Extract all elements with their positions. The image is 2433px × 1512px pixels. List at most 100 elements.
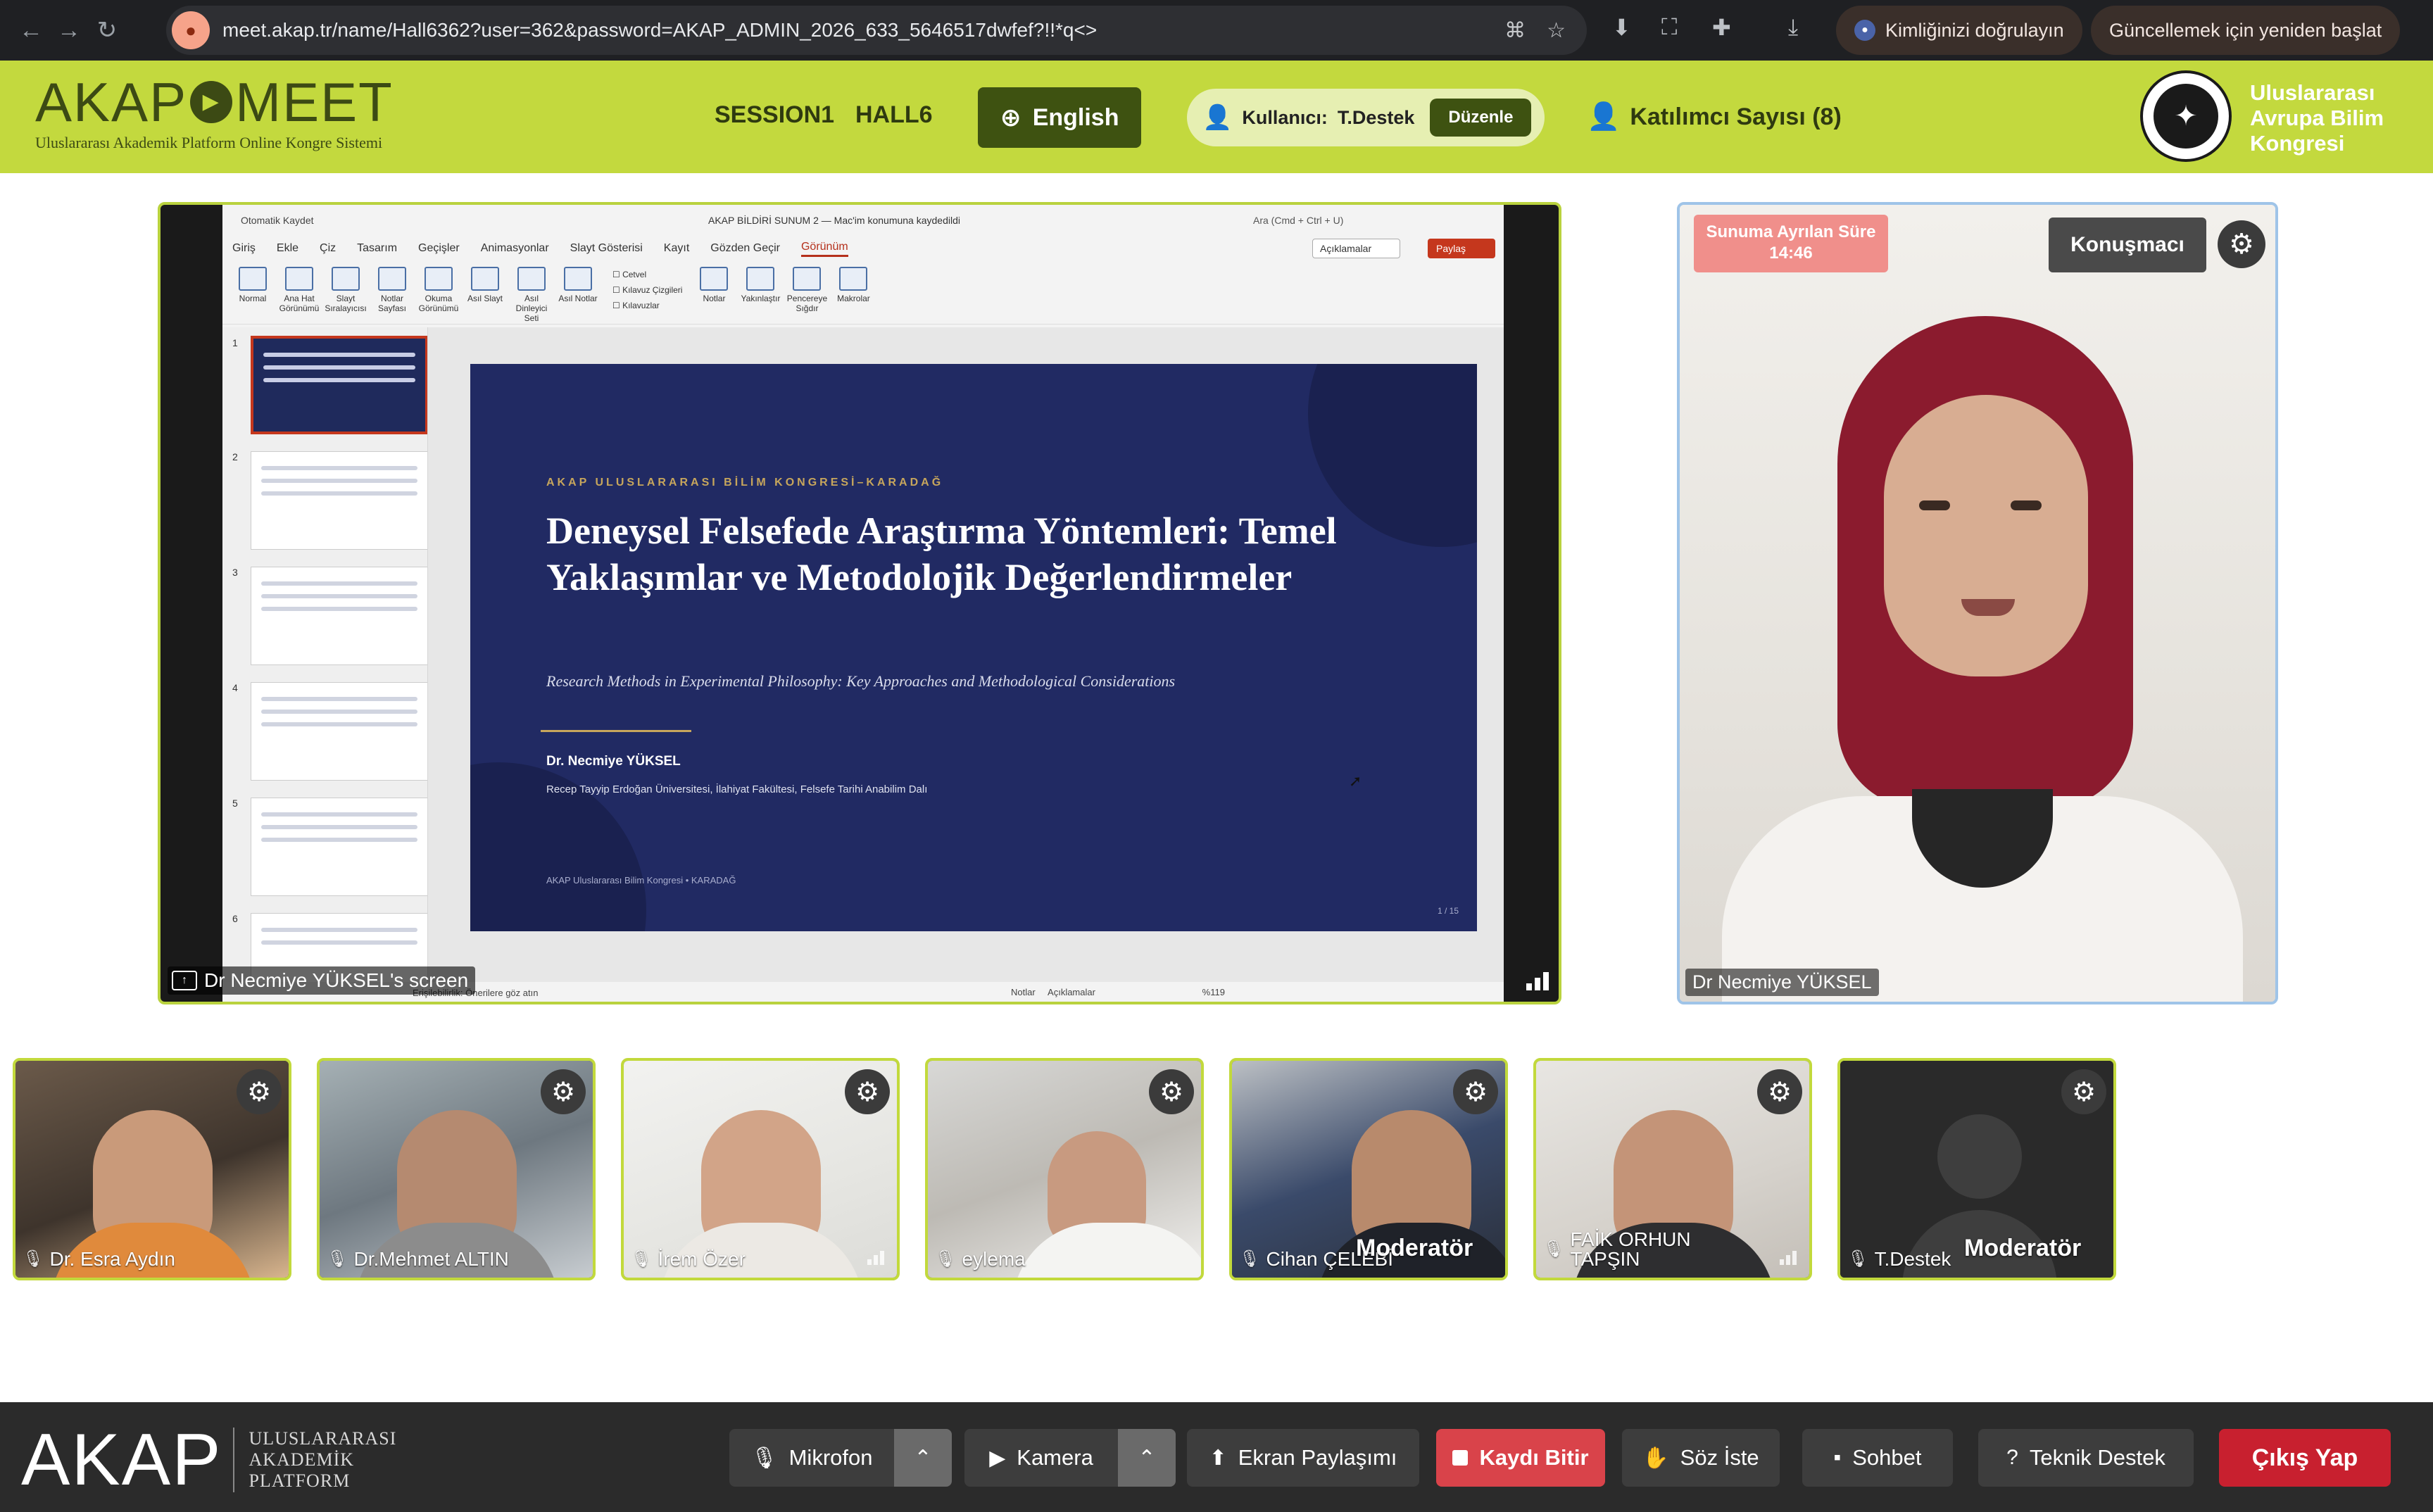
slide-page-number: 1 / 15 (1437, 906, 1459, 916)
gear-icon[interactable]: ⚙ (845, 1069, 890, 1114)
participant-name: T.Destek (1874, 1248, 1951, 1270)
ppt-doc-title: AKAP BİLDİRİ SUNUM 2 — Mac'im konumuna k… (708, 215, 960, 226)
ribbon-notes-page: Notlar Sayfası (370, 267, 414, 313)
participant-tile[interactable]: ⚙ 🎙 eylema (925, 1058, 1204, 1280)
mic-options-chevron-icon[interactable]: ⌃ (894, 1429, 952, 1487)
video-camera-icon: ▶ (190, 81, 233, 123)
address-bar[interactable]: ● meet.akap.tr/name/Hall6362?user=362&pa… (166, 6, 1587, 55)
session-label: SESSION1 (715, 101, 835, 128)
gear-icon[interactable]: ⚙ (541, 1069, 586, 1114)
speaker-role-button[interactable]: Konuşmacı (2049, 218, 2206, 272)
stop-recording-button[interactable]: Kaydı Bitir (1436, 1429, 1605, 1487)
participant-name: eylema (962, 1248, 1026, 1270)
verify-identity-chip[interactable]: ● Kimliğinizi doğrulayın (1836, 6, 2082, 55)
microphone-label: Mikrofon (788, 1445, 873, 1470)
raise-hand-button[interactable]: ✋ Söz İste (1622, 1429, 1780, 1487)
camera-label: Kamera (1017, 1445, 1093, 1470)
screen-share-label: Ekran Paylaşımı (1238, 1445, 1397, 1470)
europe-map-icon: ✦ (2154, 84, 2218, 149)
powerpoint-window: Otomatik Kaydet AKAP BİLDİRİ SUNUM 2 — M… (222, 205, 1504, 1002)
participant-tile[interactable]: ⚙ 🎙 T.Destek Moderatör (1837, 1058, 2116, 1280)
screenshot-extension-icon[interactable]: ⛶ (1661, 14, 1677, 41)
participant-tile[interactable]: ⚙ 🎙 Cihan ÇELEBİ Moderatör (1229, 1058, 1508, 1280)
slide-affiliation: Recep Tayyip Erdoğan Üniversitesi, İlahi… (546, 783, 928, 795)
participant-tile[interactable]: ⚙ 🎙 Dr.Mehmet ALTIN (317, 1058, 596, 1280)
tech-support-button[interactable]: ? Teknik Destek (1978, 1429, 2194, 1487)
url-text[interactable]: meet.akap.tr/name/Hall6362?user=362&pass… (222, 19, 1504, 42)
mouse-cursor-icon: ➚ (1349, 772, 1362, 790)
ppt-menu-item: Animasyonlar (480, 242, 549, 254)
gear-icon[interactable]: ⚙ (2061, 1069, 2106, 1114)
ppt-comments-button: Açıklamalar (1312, 239, 1401, 258)
mic-muted-icon: 🎙 (327, 1249, 348, 1268)
translate-icon[interactable]: ⌘ (1504, 18, 1526, 43)
participant-tile[interactable]: ⚙ 🎙 Dr. Esra Aydın (13, 1058, 291, 1280)
brand-subtitle-line: ULUSLARARASI (249, 1428, 397, 1449)
brand-name: AKAP (21, 1419, 222, 1501)
chat-button[interactable]: ▪ Sohbet (1802, 1429, 1953, 1487)
download-extension-icon[interactable]: ⬇ (1612, 14, 1631, 41)
gear-icon[interactable]: ⚙ (1757, 1069, 1802, 1114)
reload-icon[interactable]: ↻ (92, 15, 122, 46)
gear-icon[interactable]: ⚙ (1149, 1069, 1194, 1114)
screen-share-icon: ↑ (172, 971, 197, 990)
ppt-share-button: Paylaş (1428, 239, 1496, 258)
speaker-video-tile[interactable]: Sunuma Ayrılan Süre 14:46 Konuşmacı ⚙ Dr… (1677, 202, 2278, 1004)
ribbon-normal: Normal (231, 267, 275, 303)
camera-button[interactable]: ▶ Kamera (964, 1429, 1118, 1487)
forward-icon[interactable]: → (54, 15, 84, 46)
bottom-toolbar: AKAP ULUSLARARASI AKADEMİK PLATFORM 🎙 Mik… (0, 1402, 2433, 1512)
mic-muted-icon: 🎙 (1239, 1249, 1261, 1268)
congress-title-line1: Uluslararası (2250, 80, 2375, 105)
ribbon-label: Slayt Sıralayıcısı (325, 294, 367, 313)
user-name: T.Destek (1337, 106, 1415, 128)
slide-thumbnail (251, 451, 427, 550)
logo-subtitle: Uluslararası Akademik Platform Online Ko… (35, 134, 383, 151)
downloads-icon[interactable]: ⤓ (1788, 14, 1798, 41)
screen-share-button[interactable]: ⬆ Ekran Paylaşımı (1187, 1429, 1419, 1487)
mic-muted-icon: 🎙 (750, 1446, 778, 1470)
ribbon-label: Notlar (703, 294, 726, 303)
gear-icon[interactable]: ⚙ (2218, 220, 2265, 268)
ppt-menu-bar: Giriş Ekle Çiz Tasarım Geçişler Animasyo… (222, 236, 1504, 261)
slide-kicker: AKAP ULUSLARARASI BİLİM KONGRESİ–KARADAĞ (546, 477, 944, 489)
bookmark-star-icon[interactable]: ☆ (1547, 18, 1566, 43)
congress-title-line3: Kongresi (2250, 131, 2345, 156)
extensions-puzzle-icon[interactable]: ✚ (1712, 14, 1731, 41)
ppt-menu-item: Çiz (320, 242, 337, 254)
user-label: Kullanıcı: (1242, 106, 1328, 128)
help-circle-icon: ? (2006, 1446, 2018, 1469)
ribbon-outline: Ana Hat Görünümü (277, 267, 321, 313)
ppt-share-label: Paylaş (1436, 243, 1466, 254)
brand-subtitle-line: AKADEMİK (249, 1449, 355, 1470)
participant-tile[interactable]: ⚙ 🎙 İrem Özer (621, 1058, 900, 1280)
back-icon[interactable]: ← (15, 15, 46, 46)
participant-tile[interactable]: ⚙ 🎙 FAİK ORHUN TAPŞIN (1533, 1058, 1812, 1280)
ribbon-master: Asıl Slayt (463, 267, 507, 303)
language-button[interactable]: ⊕ English (978, 87, 1141, 148)
microphone-button[interactable]: 🎙 Mikrofon (729, 1429, 894, 1487)
chat-label: Sohbet (1852, 1445, 1922, 1470)
mic-indicator-icon[interactable]: ● (172, 11, 210, 49)
update-restart-chip[interactable]: Güncellemek için yeniden başlat (2091, 6, 2401, 55)
thumb-number: 1 (232, 337, 238, 348)
ppt-menu-item-active: Görünüm (800, 241, 848, 257)
slide-title: Deneysel Felsefede Araştırma Yöntemleri:… (546, 510, 1337, 598)
screen-share-icon: ⬆ (1209, 1446, 1227, 1470)
gear-icon[interactable]: ⚙ (237, 1069, 282, 1114)
tech-support-label: Teknik Destek (2029, 1445, 2165, 1470)
gear-icon[interactable]: ⚙ (1453, 1069, 1498, 1114)
ribbon-label: Okuma Görünümü (418, 294, 459, 313)
screen-share-tile[interactable]: Otomatik Kaydet AKAP BİLDİRİ SUNUM 2 — M… (158, 202, 1561, 1004)
ppt-menu-item: Gözden Geçir (710, 242, 780, 254)
moderator-badge: Moderatör (1356, 1235, 1473, 1261)
camera-options-chevron-icon[interactable]: ⌃ (1118, 1429, 1176, 1487)
edit-user-button[interactable]: Düzenle (1430, 99, 1532, 137)
congress-title: Uluslararası Avrupa Bilim Kongresi (2250, 80, 2384, 156)
hall-label: HALL6 (855, 101, 933, 128)
participant-count[interactable]: 👤 Katılımcı Sayısı (8) (1587, 101, 1842, 132)
brand-subtitle-line: PLATFORM (249, 1470, 351, 1491)
timer-value: 14:46 (1769, 244, 1813, 263)
exit-button[interactable]: Çıkış Yap (2219, 1429, 2391, 1487)
ppt-ribbon: Normal Ana Hat Görünümü Slayt Sıralayıcı… (222, 261, 1504, 325)
